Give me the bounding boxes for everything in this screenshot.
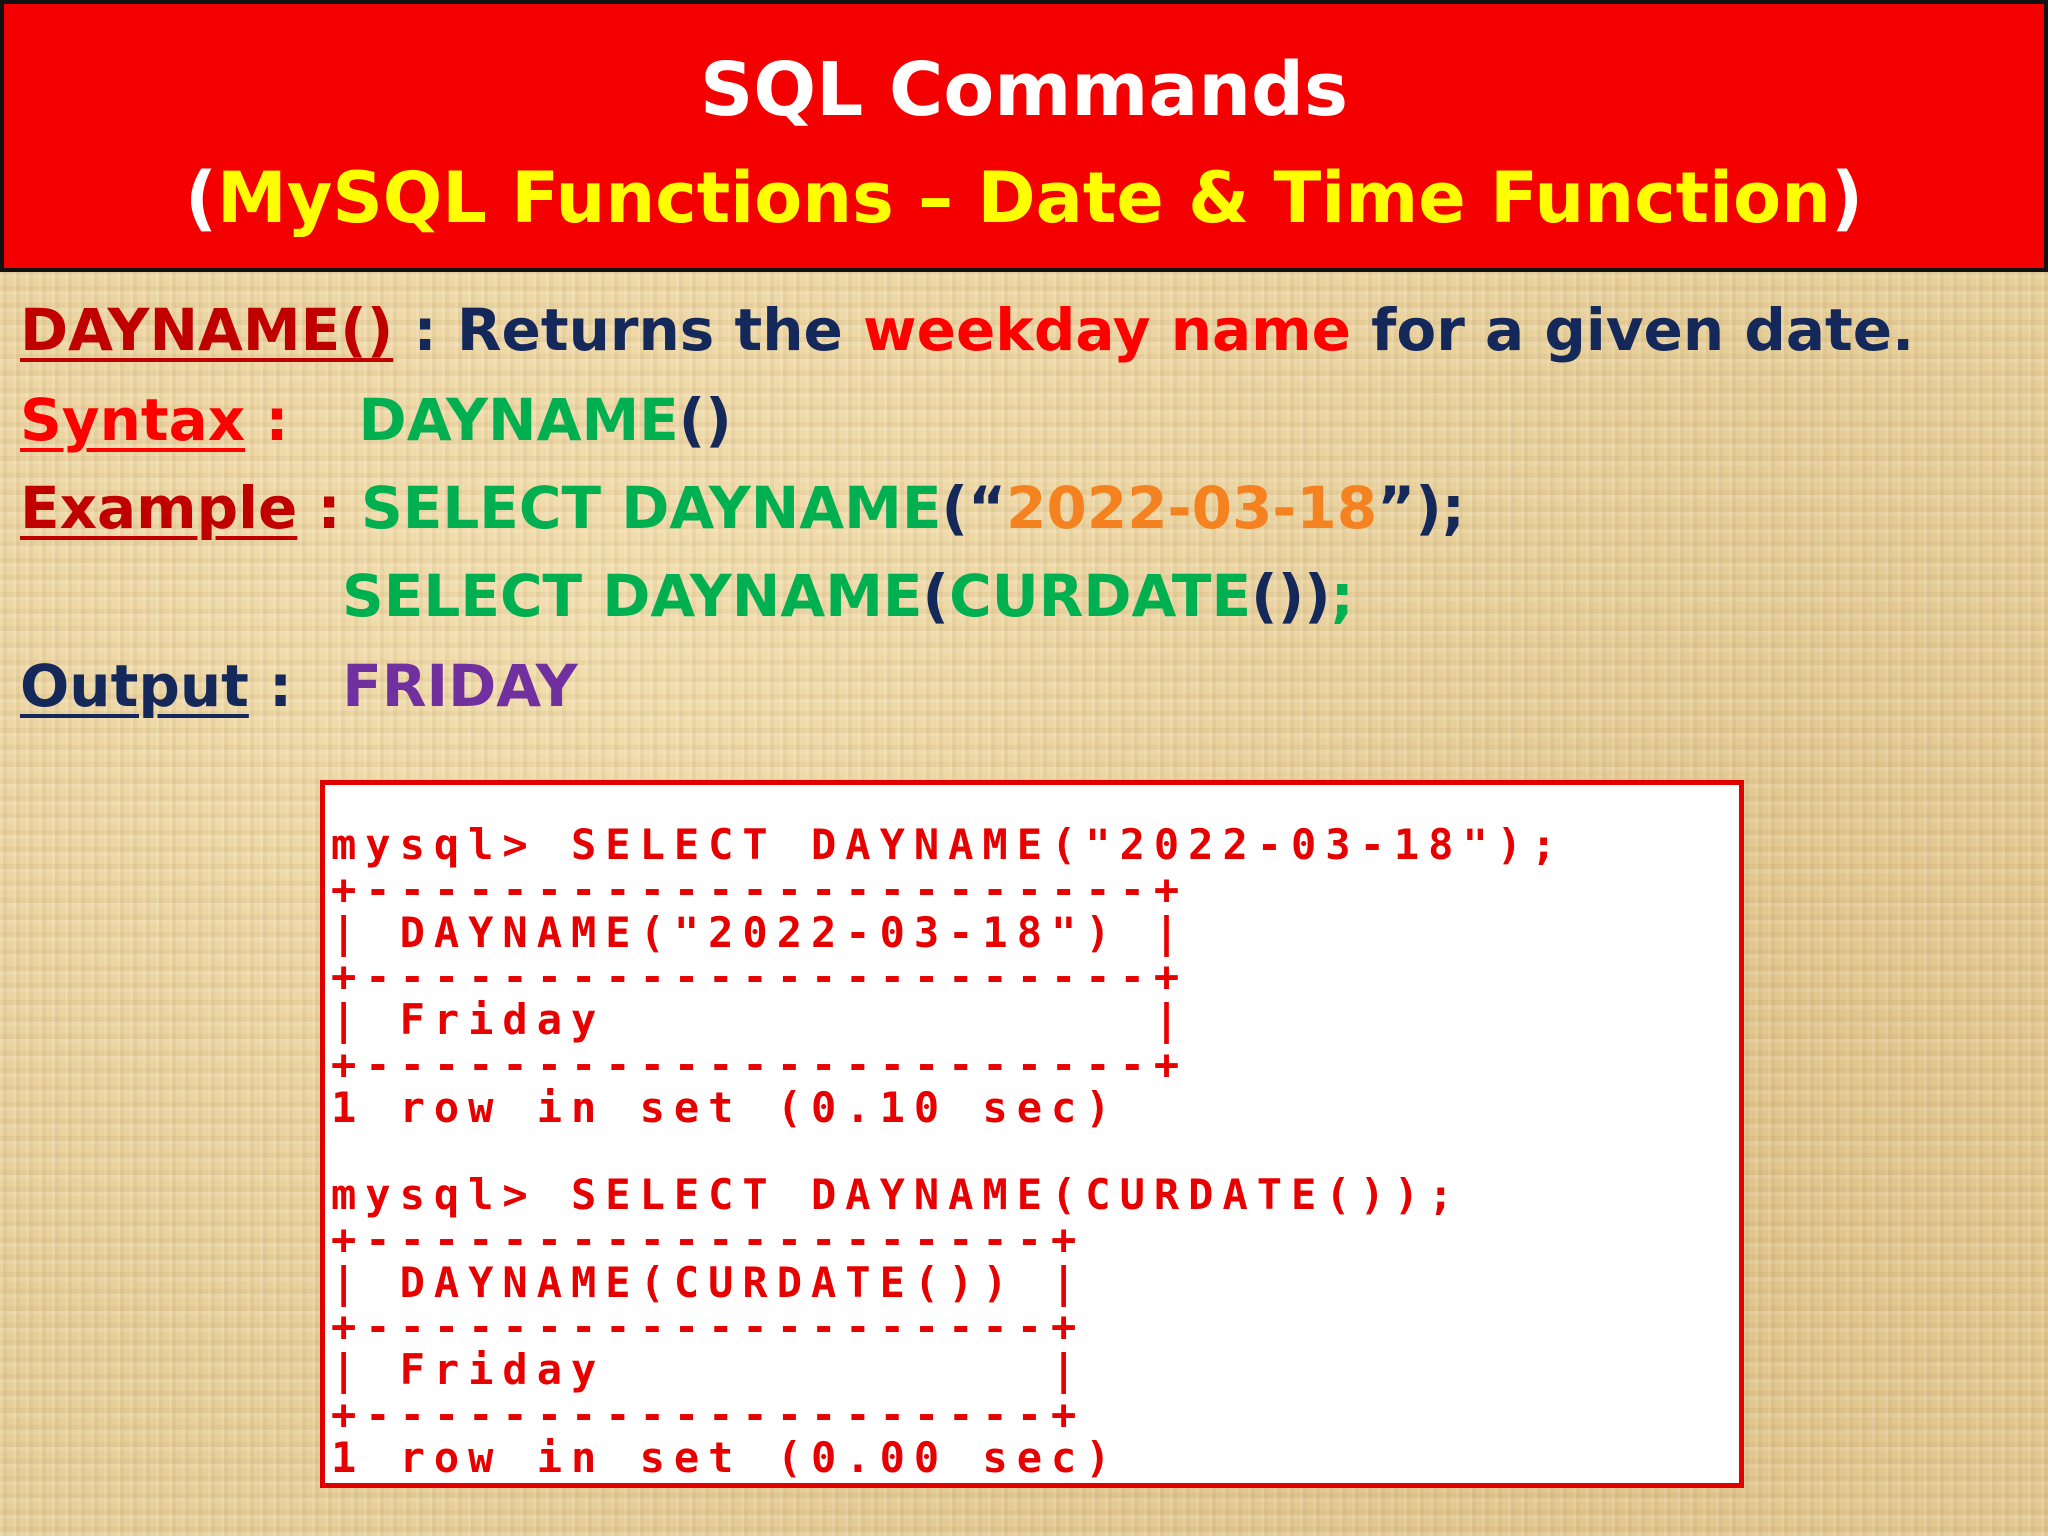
subtitle-text: MySQL Functions – Date & Time Function bbox=[217, 157, 1831, 239]
syntax-parens: () bbox=[678, 386, 732, 454]
syntax-separator: : bbox=[245, 386, 289, 454]
title-banner: SQL Commands (MySQL Functions – Date & T… bbox=[0, 0, 2048, 272]
console-output: mysql> SELECT DAYNAME("2022-03-18"); +---… bbox=[331, 801, 1565, 1483]
example-2-open: ( bbox=[922, 562, 950, 630]
output-separator: : bbox=[248, 652, 293, 720]
console-row-count: 1 row in set (0.10 sec) bbox=[331, 1082, 1120, 1132]
example-2-function: SELECT DAYNAME bbox=[342, 562, 923, 630]
definition-text-after: for a given date. bbox=[1350, 296, 1915, 364]
example-label: Example bbox=[20, 474, 298, 542]
definition-line: DAYNAME() : Returns the weekday name for… bbox=[20, 290, 1914, 370]
example-2-argument: CURDATE bbox=[949, 562, 1252, 630]
output-value: FRIDAY bbox=[342, 652, 578, 720]
console-row-count: 1 row in set (0.00 sec) bbox=[331, 1432, 1120, 1482]
syntax-function: DAYNAME bbox=[358, 386, 679, 454]
mysql-console-screenshot: mysql> SELECT DAYNAME("2022-03-18"); +---… bbox=[320, 780, 1744, 1488]
subtitle-close-paren: ) bbox=[1830, 157, 1863, 239]
example-1-close: ”); bbox=[1377, 474, 1465, 542]
example-2-semicolon: ; bbox=[1330, 562, 1354, 630]
definition-text-before: Returns the bbox=[456, 296, 864, 364]
syntax-label: Syntax bbox=[20, 386, 246, 454]
example-1-argument: 2022-03-18 bbox=[1006, 474, 1378, 542]
function-name: DAYNAME() bbox=[20, 296, 394, 364]
example-2-parens: ()) bbox=[1251, 562, 1331, 630]
slide-title: SQL Commands bbox=[699, 47, 1349, 133]
subtitle-open-paren: ( bbox=[185, 157, 218, 239]
example-line-2: SELECT DAYNAME(CURDATE()); bbox=[342, 556, 1354, 636]
definition-highlight: weekday name bbox=[863, 296, 1351, 364]
example-1-open: (“ bbox=[941, 474, 1007, 542]
example-separator: : bbox=[297, 474, 361, 542]
example-1-function: SELECT DAYNAME bbox=[360, 474, 942, 542]
slide-subtitle: (MySQL Functions – Date & Time Function) bbox=[4, 150, 2044, 246]
output-label: Output bbox=[20, 652, 249, 720]
definition-separator: : bbox=[393, 296, 457, 364]
example-line-1: Example : SELECT DAYNAME(“2022-03-18”); bbox=[20, 468, 1465, 548]
syntax-line: Syntax : DAYNAME() bbox=[20, 380, 732, 460]
output-line: Output : FRIDAY bbox=[20, 646, 578, 726]
